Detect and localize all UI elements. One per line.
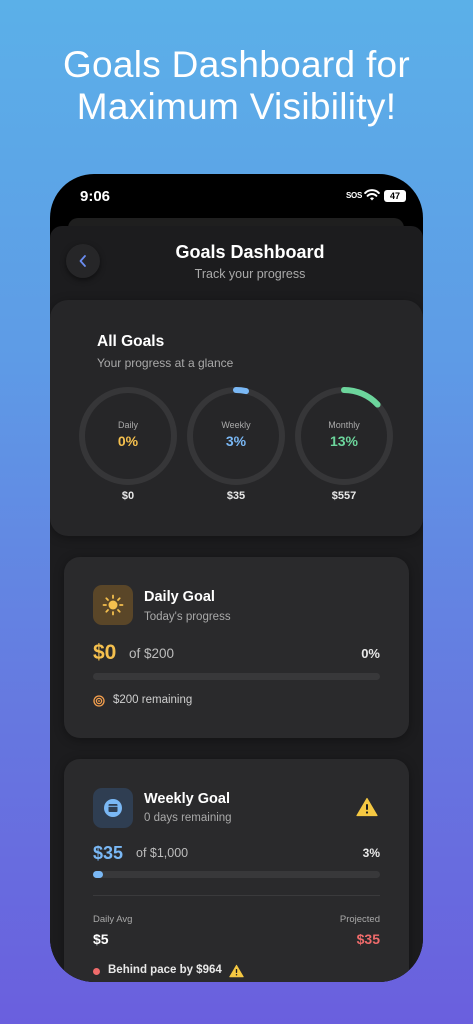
weekly-ring-label: Weekly [221,420,251,430]
daily-ring-percent: 0% [117,433,139,449]
projected-label: Projected [339,914,380,925]
all-goals-title: All Goals [97,333,165,350]
sun-icon [102,594,124,616]
daily-goal-amount: $0 [93,641,117,664]
warning-icon[interactable] [356,797,378,817]
weekly-goal-amount: $35 [93,843,124,863]
all-goals-card[interactable]: All Goals Your progress at a glance Dail… [50,300,423,536]
dashboard-screen: Goals Dashboard Track your progress All … [50,226,423,982]
calendar-icon [104,799,122,817]
daily-ring-label: Daily [117,420,138,430]
daily-avg-value: $5 [93,931,109,947]
status-bar: 9:06 SOS 47 [50,174,423,218]
monthly-ring-label: Monthly [328,420,360,430]
daily-goal-card[interactable]: Daily Goal Today's progress $0 of $200 0… [64,557,409,738]
page-subtitle: Track your progress [194,267,306,281]
monthly-ring-amount: $557 [331,490,357,502]
weekly-goal-subtitle: 0 days remaining [144,812,232,824]
daily-ring-amount: $0 [121,490,135,502]
weekly-progress-ring[interactable]: Weekly 3% [186,386,286,486]
all-goals-subtitle: Your progress at a glance [97,356,234,370]
weekly-goal-target: of $1,000 [136,846,189,860]
daily-progress-ring[interactable]: Daily 0% [78,386,178,486]
weekly-progress-bar [93,871,380,878]
daily-remaining-text: $200 remaining [113,694,193,706]
weekly-goal-card[interactable]: Weekly Goal 0 days remaining $35 of $1,0… [64,759,409,982]
daily-goal-icon-box [93,585,133,625]
daily-avg-label: Daily Avg [93,914,133,925]
weekly-goal-icon-box [93,788,133,828]
pace-warning-icon [229,964,244,978]
phone-frame: 9:06 SOS 47 Goals Dashboard Track your p… [50,174,423,982]
promo-headline: Goals Dashboard for Maximum Visibility! [62,44,411,127]
wifi-icon [364,189,380,201]
page-title: Goals Dashboard [175,242,325,262]
battery-indicator: 47 [384,190,406,202]
daily-goal-title: Daily Goal [144,589,215,605]
target-icon [93,695,105,707]
weekly-progress-fill [93,871,104,878]
daily-goal-percent: 0% [361,646,380,661]
weekly-goal-title: Weekly Goal [144,791,230,807]
monthly-progress-ring[interactable]: Monthly 13% [294,386,394,486]
status-time: 9:06 [80,188,111,205]
weekly-ring-amount: $35 [226,490,246,502]
weekly-divider [93,895,380,896]
pace-status-text: Behind pace by $964 [108,964,222,976]
pace-status-dot [93,968,100,975]
daily-goal-target: of $200 [129,646,175,661]
weekly-ring-percent: 3% [225,433,247,449]
weekly-goal-percent: 3% [362,846,380,860]
daily-progress-bar [93,673,380,680]
sos-indicator: SOS [346,191,362,200]
monthly-ring-percent: 13% [329,433,359,449]
daily-goal-subtitle: Today's progress [144,611,231,623]
projected-value: $35 [356,931,380,947]
